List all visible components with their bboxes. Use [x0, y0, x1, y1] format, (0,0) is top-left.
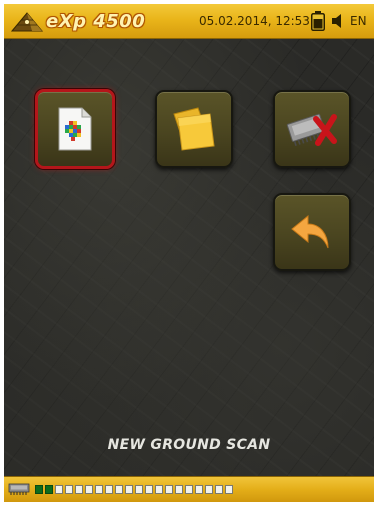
memory-chip-icon	[8, 483, 30, 495]
memory-slot-empty	[105, 485, 113, 494]
memory-slot-empty	[145, 485, 153, 494]
memory-slot-used	[45, 485, 53, 494]
memory-slot-empty	[55, 485, 63, 494]
memory-slots	[35, 485, 233, 494]
memory-slot-empty	[95, 485, 103, 494]
main-menu-area: NEW GROUND SCAN	[4, 39, 374, 476]
memory-slot-empty	[115, 485, 123, 494]
memory-slot-empty	[135, 485, 143, 494]
device-screen: eXp 4500 05.02.2014, 12:53 EN NEW GROUND…	[4, 4, 374, 502]
memory-delete-icon	[286, 113, 337, 147]
speaker-icon[interactable]	[330, 13, 346, 29]
back-arrow-icon	[291, 214, 329, 249]
files-icon	[173, 107, 215, 151]
pyramid-logo-icon	[10, 12, 44, 32]
memory-slot-empty	[85, 485, 93, 494]
memory-slot-empty	[205, 485, 213, 494]
back-button[interactable]	[273, 193, 351, 271]
top-status-bar: eXp 4500 05.02.2014, 12:53 EN	[4, 4, 374, 39]
open-files-button[interactable]	[155, 90, 233, 168]
memory-slot-used	[35, 485, 43, 494]
memory-slot-empty	[75, 485, 83, 494]
memory-slot-empty	[195, 485, 203, 494]
memory-slot-empty	[215, 485, 223, 494]
delete-memory-button[interactable]	[273, 90, 351, 168]
memory-slot-empty	[175, 485, 183, 494]
memory-slot-empty	[185, 485, 193, 494]
memory-slot-empty	[155, 485, 163, 494]
memory-slot-empty	[125, 485, 133, 494]
logo-text: eXp 4500	[46, 11, 146, 32]
current-selection-label: NEW GROUND SCAN	[107, 437, 271, 453]
new-scan-button[interactable]	[35, 89, 115, 169]
memory-slot-empty	[65, 485, 73, 494]
battery-icon	[311, 11, 325, 31]
scan-file-icon	[58, 107, 92, 151]
date-time: 05.02.2014, 12:53	[199, 14, 310, 28]
language-indicator[interactable]: EN	[350, 14, 367, 28]
bottom-memory-bar	[4, 476, 374, 502]
memory-slot-empty	[165, 485, 173, 494]
memory-slot-empty	[225, 485, 233, 494]
brand-logo: eXp 4500	[10, 8, 150, 34]
